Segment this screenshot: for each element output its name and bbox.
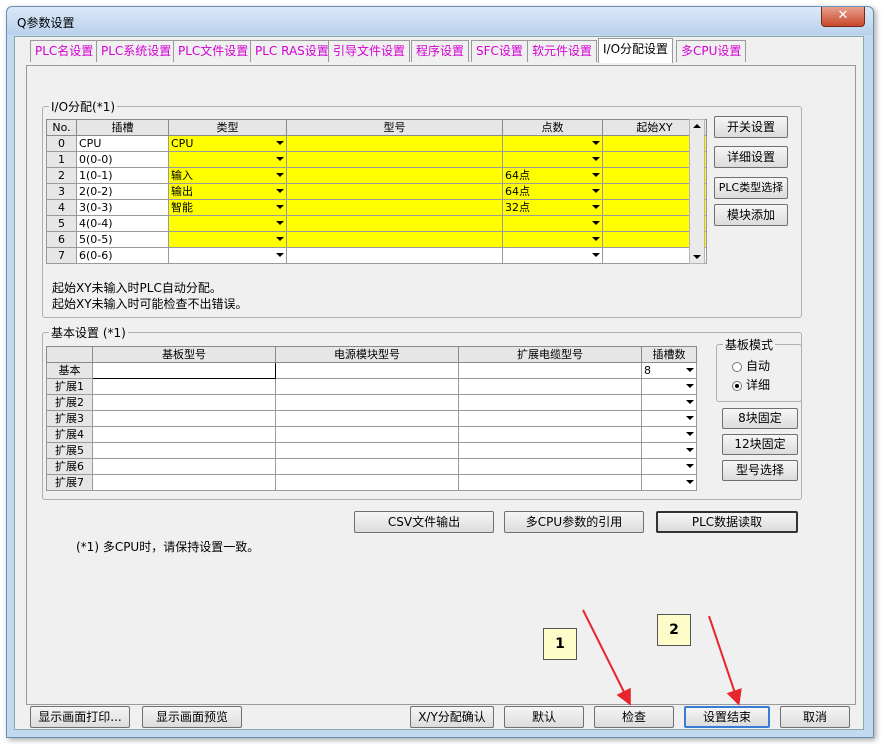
arrow-to-check (582, 609, 631, 706)
xy-assignment-check-button[interactable]: X/Y分配确认 (410, 706, 494, 728)
cancel-button[interactable]: 取消 (780, 706, 850, 728)
annotation-arrows (582, 609, 742, 706)
arrow-to-finish (708, 615, 742, 706)
print-screen-button[interactable]: 显示画面打印... (30, 706, 130, 728)
default-button[interactable]: 默认 (504, 706, 584, 728)
check-button[interactable]: 检查 (594, 706, 674, 728)
finish-settings-button[interactable]: 设置结束 (684, 706, 770, 728)
preview-screen-button[interactable]: 显示画面预览 (142, 706, 242, 728)
